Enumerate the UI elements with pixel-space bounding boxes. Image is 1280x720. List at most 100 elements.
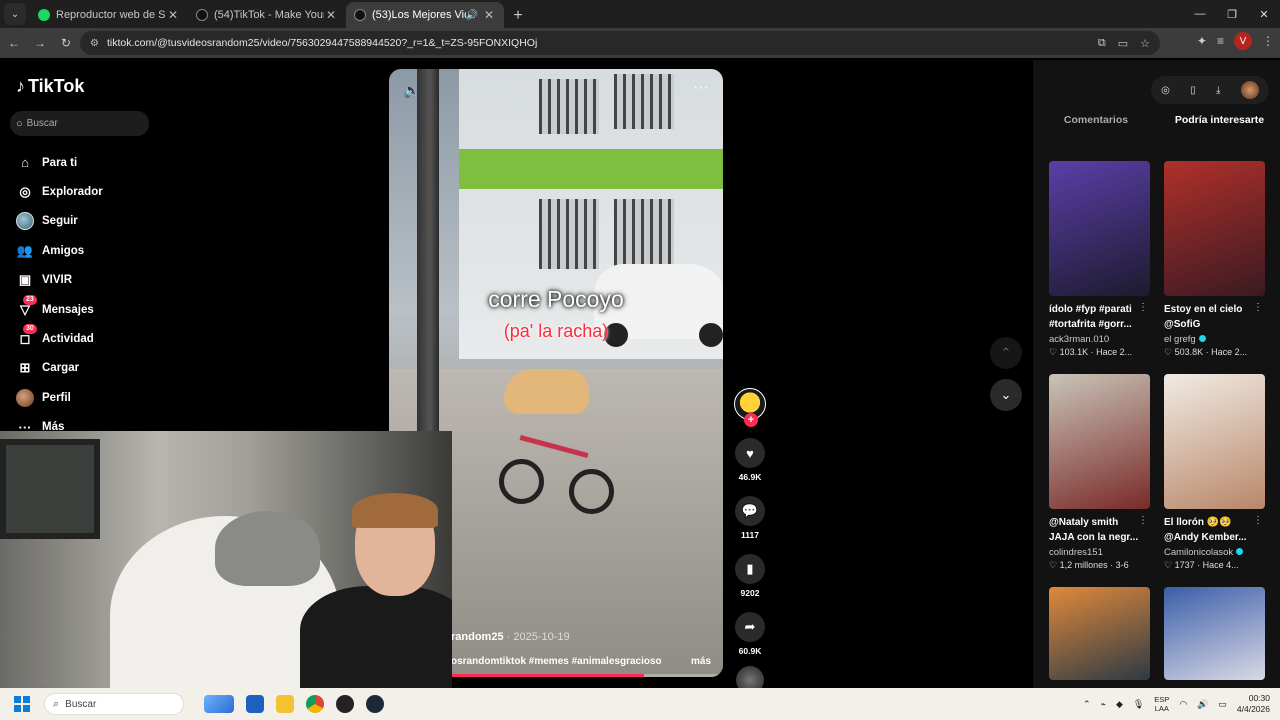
tab-search-button[interactable]: ⌄: [4, 3, 26, 25]
cast-icon[interactable]: ▭: [1118, 37, 1128, 50]
close-tab-icon[interactable]: ✕: [324, 8, 338, 22]
sidebar-search[interactable]: ○: [10, 111, 149, 136]
card-menu-icon[interactable]: ⋮: [1253, 302, 1263, 313]
save-action[interactable]: ▮ 9202: [733, 554, 767, 598]
video-more-options-icon[interactable]: ···: [693, 79, 709, 97]
translate-icon[interactable]: ⧉: [1098, 37, 1106, 50]
close-tab-icon[interactable]: ✕: [482, 8, 496, 22]
previous-video-button[interactable]: ⌃: [990, 337, 1022, 369]
chevron-up-icon[interactable]: ⌃: [1083, 699, 1091, 710]
chrome-icon[interactable]: [306, 695, 324, 713]
speaker-icon[interactable]: 🔊: [1197, 699, 1208, 710]
share-icon[interactable]: ➦: [735, 612, 765, 642]
suggested-video-card[interactable]: El llorón 🥺🥺 @Andy Kember... ⋮ Camilonicol…: [1164, 374, 1265, 571]
back-icon[interactable]: ←: [2, 31, 26, 55]
task-view-icon[interactable]: [246, 695, 264, 713]
card-menu-icon[interactable]: ⋮: [1138, 302, 1148, 313]
video-author[interactable]: random25: [451, 631, 504, 643]
suggested-video-card[interactable]: [1164, 587, 1265, 680]
sidebar-item-seguir[interactable]: Seguir: [16, 207, 103, 236]
video-thumbnail[interactable]: [1049, 374, 1150, 509]
tab-podria-interesarte[interactable]: Podría interesarte: [1159, 114, 1280, 136]
video-author-line[interactable]: random25 · 2025-10-19: [451, 631, 570, 643]
microphone-icon[interactable]: 🎙: [1133, 699, 1144, 710]
suggested-video-title[interactable]: @Nataly smith JAJA con la negr...: [1049, 515, 1141, 545]
new-tab-button[interactable]: +: [506, 4, 530, 28]
steam-icon[interactable]: [366, 695, 384, 713]
creator-avatar[interactable]: +: [734, 388, 766, 427]
input-language[interactable]: ESP LAA: [1154, 695, 1169, 713]
video-description[interactable]: osrandomtiktok #memes #animalesgraciosos…: [451, 656, 661, 667]
tab-comentarios[interactable]: Comentarios: [1033, 114, 1159, 136]
clock[interactable]: 00:30 4/4/2026: [1237, 693, 1270, 715]
follow-plus-icon[interactable]: +: [744, 413, 758, 427]
video-thumbnail[interactable]: [1164, 587, 1265, 680]
tiktok-logo[interactable]: ♪ TikTok: [16, 76, 84, 97]
usb-icon[interactable]: ⌁: [1101, 699, 1106, 710]
sidebar-item-perfil[interactable]: Perfil: [16, 383, 103, 412]
site-info-icon[interactable]: ⚙: [90, 38, 99, 49]
video-progress-bar[interactable]: [451, 674, 723, 677]
browser-tab-tiktok[interactable]: (54)TikTok - Make Your Day ✕: [188, 2, 346, 28]
suggested-video-user[interactable]: el grefg: [1164, 334, 1265, 345]
bookmark-star-icon[interactable]: ☆: [1140, 37, 1150, 50]
suggested-video-card[interactable]: @Nataly smith JAJA con la negr... ⋮ colind…: [1049, 374, 1150, 571]
network-app-icon[interactable]: ◆: [1116, 699, 1123, 710]
sidebar-item-explorador[interactable]: ◎ Explorador: [16, 177, 102, 206]
widgets-icon[interactable]: [204, 695, 234, 713]
card-menu-icon[interactable]: ⋮: [1253, 515, 1263, 526]
like-action[interactable]: ♥ 46.9K: [733, 438, 767, 482]
browser-tab-active[interactable]: (53)Los Mejores Videos Gra 🔊 ✕: [346, 2, 504, 28]
suggested-video-title[interactable]: ídolo #fyp #parati #tortafrita #gorr...: [1049, 302, 1141, 332]
heart-icon[interactable]: ♥: [735, 438, 765, 468]
windows-start-icon[interactable]: [14, 696, 30, 712]
bookmark-icon[interactable]: ▮: [735, 554, 765, 584]
minimize-icon[interactable]: —: [1184, 0, 1216, 28]
video-thumbnail[interactable]: [1164, 161, 1265, 296]
comment-action[interactable]: 💬 1117: [733, 496, 767, 540]
comment-icon[interactable]: 💬: [735, 496, 765, 526]
suggested-video-card[interactable]: Estoy en el cielo @SofiG ⋮ el grefg ♡ 503.8…: [1164, 161, 1265, 358]
close-tab-icon[interactable]: ✕: [166, 8, 180, 22]
suggested-video-user[interactable]: ack3rman.010: [1049, 334, 1150, 345]
app-icon[interactable]: [336, 695, 354, 713]
search-input[interactable]: [26, 118, 137, 129]
device-icon[interactable]: ▯: [1190, 85, 1196, 96]
address-bar[interactable]: ⚙ tiktok.com/@tusvideosrandom25/video/75…: [80, 31, 1160, 55]
profile-avatar[interactable]: V: [1234, 32, 1252, 50]
video-thumbnail[interactable]: [1049, 161, 1150, 296]
sidebar-item-para-ti[interactable]: ⌂ Para ti: [16, 148, 103, 177]
media-control-icon[interactable]: ≡: [1217, 34, 1224, 48]
suggested-video-card[interactable]: ídolo #fyp #parati #tortafrita #gorr... ⋮…: [1049, 161, 1150, 358]
card-menu-icon[interactable]: ⋮: [1138, 515, 1148, 526]
browser-menu-icon[interactable]: ⋮: [1262, 34, 1274, 48]
video-thumbnail[interactable]: [1049, 587, 1150, 680]
share-action[interactable]: ➦ 60.9K: [733, 612, 767, 656]
more-description-link[interactable]: más: [691, 656, 711, 667]
suggested-video-user[interactable]: colindres151: [1049, 547, 1150, 558]
suggested-video-title[interactable]: Estoy en el cielo @SofiG: [1164, 302, 1256, 332]
wifi-icon[interactable]: ◠: [1179, 699, 1187, 710]
url-text[interactable]: tiktok.com/@tusvideosrandom25/video/7563…: [107, 37, 1098, 49]
volume-icon[interactable]: 🔈: [403, 82, 420, 99]
sidebar-item-actividad[interactable]: ◻ 30 Actividad: [16, 324, 103, 353]
compass-icon[interactable]: ◎: [1161, 85, 1170, 96]
user-avatar[interactable]: [1240, 81, 1259, 99]
audio-playing-icon[interactable]: 🔊: [466, 10, 478, 21]
sidebar-item-cargar[interactable]: ⊞ Cargar: [16, 354, 103, 383]
sidebar-item-mensajes[interactable]: ▽ 23 Mensajes: [16, 294, 103, 324]
browser-tab-spotify[interactable]: Reproductor web de Spotify: m ✕: [30, 2, 188, 28]
suggested-video-user[interactable]: Camilonicolasok: [1164, 547, 1265, 558]
taskbar-search[interactable]: ⌕ Buscar: [44, 693, 184, 715]
suggested-video-title[interactable]: El llorón 🥺🥺 @Andy Kember...: [1164, 515, 1256, 545]
battery-icon[interactable]: ▭: [1218, 699, 1227, 710]
download-icon[interactable]: ⤓: [1216, 85, 1220, 96]
close-window-icon[interactable]: ✕: [1248, 0, 1280, 28]
forward-icon[interactable]: →: [28, 31, 52, 55]
reload-icon[interactable]: ↻: [54, 31, 78, 55]
extensions-icon[interactable]: ✦: [1197, 34, 1207, 48]
file-explorer-icon[interactable]: [276, 695, 294, 713]
suggested-video-card[interactable]: [1049, 587, 1150, 680]
next-video-button[interactable]: ⌄: [990, 379, 1022, 411]
maximize-icon[interactable]: ❐: [1216, 0, 1248, 28]
